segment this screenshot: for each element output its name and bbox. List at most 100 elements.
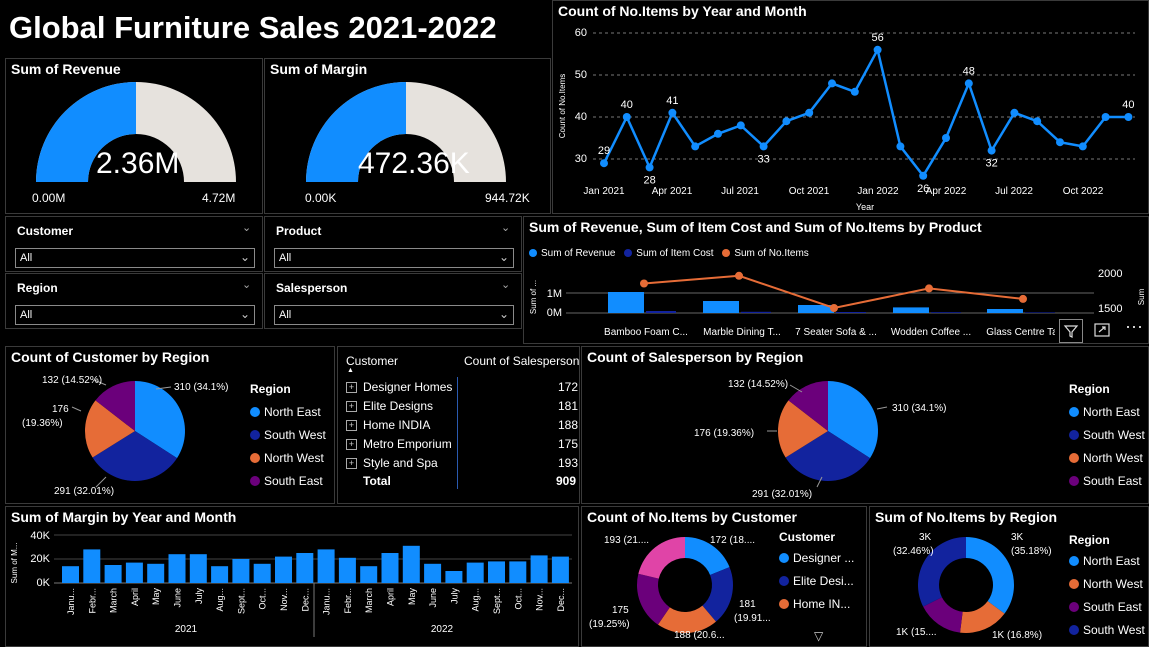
expand-icon[interactable]: + [346,458,357,469]
margin-bar[interactable] [275,556,292,583]
margin-bar[interactable] [62,566,79,583]
chevron-down-icon[interactable]: ⌄ [501,278,510,291]
legend-item[interactable]: South East [1069,596,1145,619]
data-point[interactable] [759,142,768,151]
margin-bar[interactable] [530,555,548,583]
margin-bar[interactable] [509,561,527,583]
data-point[interactable] [600,159,608,168]
data-point[interactable] [873,45,882,54]
legend-item[interactable]: North East [1069,401,1145,424]
table-row[interactable]: + Home INDIA 188 [338,418,579,436]
product-slicer[interactable]: Product ⌄ All ⌄ [264,216,522,272]
customer-slicer[interactable]: Customer ⌄ All ⌄ [5,216,263,272]
revenue-bar[interactable] [703,301,739,313]
data-point[interactable] [942,134,950,142]
margin-bar[interactable] [402,545,420,583]
chevron-down-icon[interactable]: ⌄ [242,278,251,291]
margin-bar[interactable] [551,556,569,583]
table-row[interactable]: + Elite Designs 181 [338,399,579,417]
data-point[interactable] [668,108,677,117]
data-point[interactable] [896,142,905,151]
margin-bar[interactable] [189,554,207,583]
legend-item[interactable]: South East [1069,470,1145,493]
margin-bar[interactable] [253,563,271,583]
table-row[interactable]: + Designer Homes 172 [338,380,579,398]
item-cost-bar[interactable] [646,311,676,313]
expand-icon[interactable]: + [346,439,357,450]
legend-item[interactable]: North East [250,401,326,424]
data-point[interactable] [1033,117,1042,126]
product-combo-chart-card[interactable]: Sum of Revenue, Sum of Item Cost and Sum… [523,216,1149,344]
items-point[interactable] [640,279,648,288]
customer-region-pie-card[interactable]: Count of Customer by Region 310 (34.1%) … [5,346,335,504]
margin-bar[interactable] [83,549,101,583]
data-point[interactable] [964,79,973,88]
margin-bar[interactable] [125,562,143,583]
customer-dropdown[interactable]: All ⌄ [15,248,255,268]
revenue-bar[interactable] [608,292,644,313]
items-point[interactable] [830,304,838,312]
margin-bar[interactable] [168,554,186,583]
salesperson-dropdown[interactable]: All ⌄ [274,305,514,325]
data-point[interactable] [850,87,859,96]
region-slicer[interactable]: Region ⌄ All ⌄ [5,273,263,329]
data-point[interactable] [714,129,722,138]
items-point[interactable] [735,271,743,280]
product-dropdown[interactable]: All ⌄ [274,248,514,268]
legend-item[interactable]: South West [250,424,326,447]
margin-bar[interactable] [445,571,463,583]
item-cost-bar[interactable] [836,312,866,313]
item-cost-bar[interactable] [741,311,771,313]
item-cost-bar[interactable] [931,312,961,313]
legend-item[interactable]: South West [1069,424,1145,447]
legend-item[interactable]: Elite Desi... [779,570,854,593]
margin-bar[interactable] [424,563,442,583]
data-point[interactable] [1124,113,1133,121]
region-dropdown[interactable]: All ⌄ [15,305,255,325]
more-options-icon[interactable]: ⋯ [1125,317,1144,338]
table-row[interactable]: + Metro Emporium 175 [338,437,579,455]
filter-icon[interactable] [1059,319,1083,343]
data-point[interactable] [645,163,654,172]
legend-item[interactable]: Home IN... [779,593,854,616]
item-cost-bar[interactable] [1025,312,1055,313]
items-point[interactable] [925,284,933,293]
revenue-bar[interactable] [987,309,1023,313]
data-point[interactable] [828,79,836,88]
margin-bar[interactable] [232,559,250,583]
table-header-count[interactable]: Count of Salesperson [464,354,579,368]
data-point[interactable] [622,113,631,121]
chevron-down-icon[interactable]: ⌄ [242,221,251,234]
chevron-down-icon[interactable]: ⌄ [501,221,510,234]
data-point[interactable] [736,121,745,130]
data-point[interactable] [987,146,996,155]
data-point[interactable] [1056,138,1064,147]
margin-bar[interactable] [147,563,165,583]
table-header-customer[interactable]: Customer [346,354,398,368]
margin-bar-chart-card[interactable]: Sum of Margin by Year and Month Sum of M… [5,506,579,647]
expand-icon[interactable]: + [346,420,357,431]
margin-bar[interactable] [360,566,378,583]
data-point[interactable] [1101,113,1110,121]
pie-slice[interactable] [966,537,1014,614]
data-point[interactable] [805,108,814,117]
legend-item[interactable]: North West [1069,573,1145,596]
items-customer-donut-card[interactable]: Count of No.Items by Customer 172 (18...… [581,506,867,647]
margin-bar[interactable] [317,549,335,583]
customer-table-card[interactable]: Customer ▲ Count of Salesperson + Designe… [337,346,580,504]
legend-item[interactable]: South East [250,470,326,493]
margin-bar[interactable] [104,565,122,583]
margin-bar[interactable] [466,562,484,583]
focus-mode-icon[interactable] [1091,319,1115,343]
revenue-bar[interactable] [893,307,929,313]
items-line-chart-card[interactable]: Count of No.Items by Year and Month Coun… [552,0,1149,214]
margin-bar[interactable] [338,557,356,583]
margin-bar[interactable] [296,553,314,583]
legend-item[interactable]: South West [1069,619,1145,642]
salesperson-region-pie-card[interactable]: Count of Salesperson by Region 310 (34.1… [581,346,1149,504]
expand-icon[interactable]: + [346,401,357,412]
data-point[interactable] [1010,108,1019,117]
margin-gauge-card[interactable]: Sum of Margin 472.36K 0.00K 944.72K [264,58,551,214]
legend-item[interactable]: Designer ... [779,547,854,570]
legend-item[interactable]: North West [1069,447,1145,470]
